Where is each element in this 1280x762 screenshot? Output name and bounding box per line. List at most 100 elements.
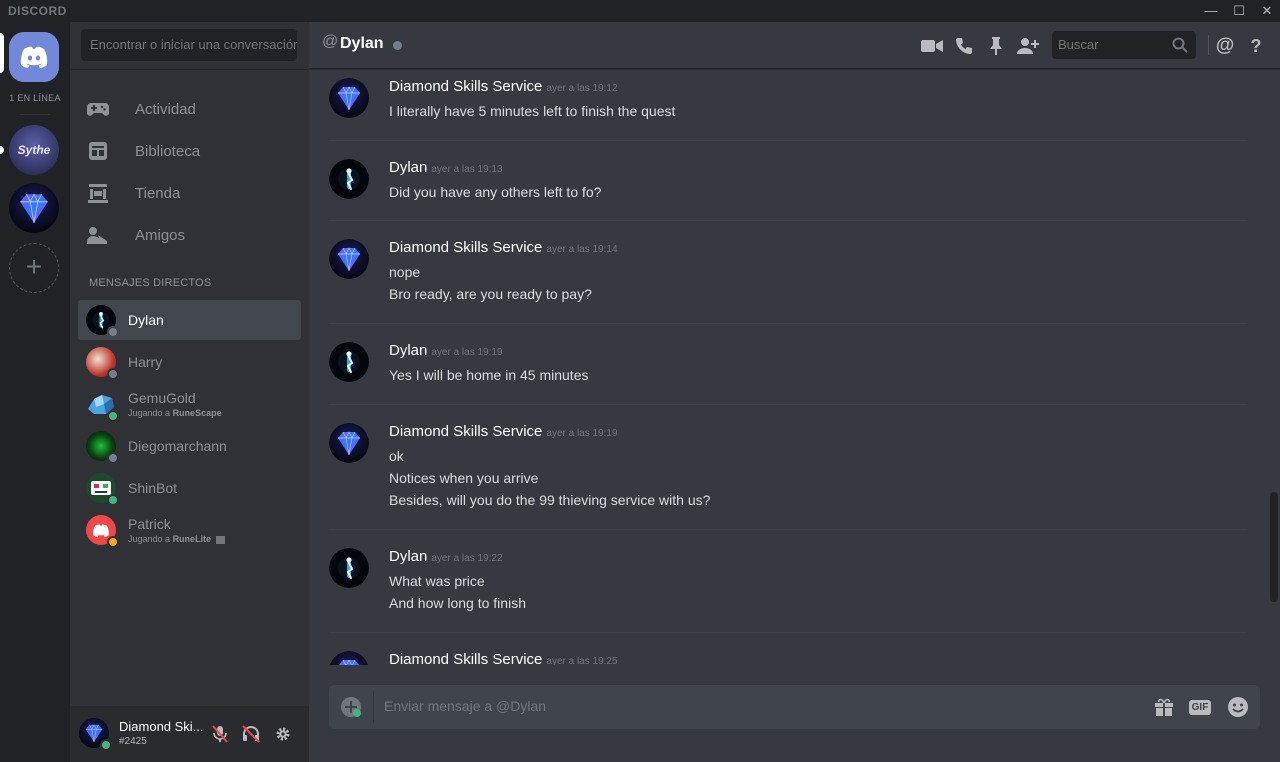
dm-header: MENSAJES DIRECTOS [89, 277, 212, 289]
divider [1208, 35, 1209, 55]
maximize-button[interactable]: ☐ [1227, 2, 1251, 20]
mentions-button[interactable]: @ [1213, 34, 1237, 58]
add-server-button[interactable]: + [9, 243, 59, 293]
avatar[interactable] [329, 423, 369, 463]
discord-logo-icon [93, 523, 109, 537]
avatar[interactable] [329, 651, 369, 665]
mute-button[interactable] [209, 723, 231, 745]
message-input[interactable]: Enviar mensaje a @Dylan [384, 698, 546, 714]
status-offline-icon [107, 326, 119, 338]
message-scrollbar[interactable] [1270, 72, 1278, 664]
activity-game: RuneLite [172, 534, 212, 544]
message-timestamp: ayer a las 19:19 [546, 428, 618, 439]
friends-icon [86, 223, 110, 247]
video-call-button[interactable] [920, 34, 944, 58]
settings-button[interactable] [272, 723, 294, 745]
message-search-input[interactable]: Buscar [1052, 31, 1196, 59]
message-author[interactable]: Dylan [389, 159, 427, 176]
avatar [86, 431, 119, 464]
gif-button[interactable]: GIF [1187, 695, 1213, 719]
search-icon [1172, 37, 1188, 53]
message-author[interactable]: Diamond Skills Service [389, 239, 542, 256]
gift-button[interactable] [1152, 695, 1176, 719]
message-author[interactable]: Dylan [389, 548, 427, 565]
avatar [86, 515, 119, 548]
chat-area: @ Dylan Buscar @ ? Diamond Skills Servic… [309, 22, 1280, 762]
nav-friends[interactable]: Amigos [78, 215, 301, 255]
scrollbar-thumb[interactable] [1270, 492, 1278, 602]
divider [373, 691, 374, 723]
selected-indicator [0, 33, 4, 73]
dm-activity: Jugando a RuneLite [128, 534, 225, 544]
app-brand: DISCORD [8, 4, 67, 18]
message-author[interactable]: Diamond Skills Service [389, 651, 542, 665]
voice-call-button[interactable] [952, 34, 976, 58]
avatar[interactable] [329, 159, 369, 199]
emoji-icon [1228, 697, 1248, 717]
server-sythe[interactable]: Sythe [9, 125, 59, 175]
unread-indicator [0, 146, 4, 154]
divider [329, 323, 1247, 324]
dm-item-harry[interactable]: Harry [78, 342, 301, 382]
gear-icon [276, 727, 290, 741]
message-text: Notices when you arrive [389, 470, 539, 486]
help-button[interactable]: ? [1244, 34, 1268, 58]
dm-item-patrick[interactable]: Patrick Jugando a RuneLite [78, 510, 301, 550]
message-text: Yes I will be home in 45 minutes [389, 367, 589, 383]
dm-name: Patrick [128, 516, 171, 532]
user-tag: #2425 [119, 736, 147, 747]
gift-icon [1155, 698, 1173, 716]
server-diamond-skills[interactable] [9, 183, 59, 233]
dm-item-gemugold[interactable]: GemuGold Jugando a RuneScape [78, 384, 301, 424]
find-conversation-input[interactable]: Encontrar o iniciar una conversación [81, 29, 297, 61]
message-timestamp: ayer a las 19:25 [546, 656, 618, 665]
avatar [86, 347, 119, 380]
message-author[interactable]: Diamond Skills Service [389, 423, 542, 440]
title-bar: DISCORD — ☐ ✕ [0, 0, 1280, 22]
avatar[interactable] [329, 342, 369, 382]
message-text: I literally have 5 minutes left to finis… [389, 103, 676, 119]
avatar[interactable] [78, 717, 112, 751]
message-author[interactable]: Diamond Skills Service [389, 78, 542, 95]
microphone-muted-icon [212, 725, 228, 743]
avatar[interactable] [329, 239, 369, 279]
upload-button[interactable] [340, 696, 362, 718]
dm-item-shinbot[interactable]: ShinBot [78, 468, 301, 508]
deafen-button[interactable] [240, 723, 262, 745]
add-friend-button[interactable] [1016, 34, 1040, 58]
minimize-button[interactable]: — [1199, 2, 1223, 20]
at-icon: @ [322, 33, 339, 50]
divider [329, 404, 1247, 405]
status-idle-icon [107, 536, 119, 548]
video-camera-icon [921, 40, 943, 52]
nav-label: Amigos [135, 226, 186, 244]
nav-label: Biblioteca [135, 142, 201, 160]
channel-name: Dylan [340, 35, 384, 52]
nav-activity[interactable]: Actividad [78, 89, 301, 129]
store-icon [86, 181, 110, 205]
message-timestamp: ayer a las 19:19 [431, 347, 503, 358]
avatar[interactable] [329, 548, 369, 588]
pinned-messages-button[interactable] [984, 34, 1008, 58]
message-timestamp: ayer a las 19:12 [546, 83, 618, 94]
avatar [85, 304, 119, 338]
dm-item-dylan[interactable]: Dylan [78, 300, 301, 340]
message-text: What was price [389, 573, 485, 589]
diamond-icon [9, 183, 59, 233]
status-online-icon [107, 494, 119, 506]
dm-item-diegomarchann[interactable]: Diegomarchann [78, 426, 301, 466]
message-author[interactable]: Dylan [389, 342, 427, 359]
avatar[interactable] [329, 78, 369, 118]
channel-header: @ Dylan Buscar @ ? [309, 22, 1280, 69]
message-text: nope [389, 264, 421, 280]
emoji-button[interactable] [1226, 695, 1250, 719]
avatar [86, 473, 119, 506]
home-button[interactable] [9, 32, 59, 82]
dm-sidebar: Encontrar o iniciar una conversación Act… [70, 22, 309, 762]
gif-icon: GIF [1188, 699, 1212, 715]
close-window-button[interactable]: ✕ [1255, 2, 1279, 20]
message-timestamp: ayer a las 19:14 [546, 244, 618, 255]
nav-store[interactable]: Tienda [78, 173, 301, 213]
nav-label: Actividad [135, 100, 196, 118]
nav-library[interactable]: Biblioteca [78, 131, 301, 171]
